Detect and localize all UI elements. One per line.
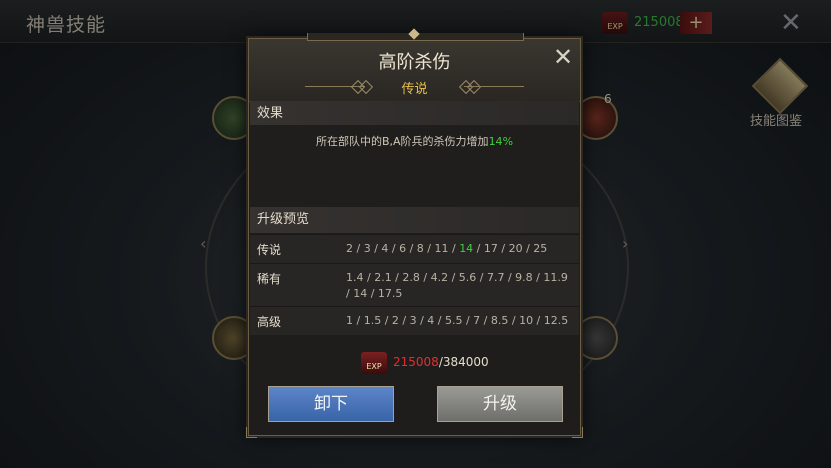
corner-ornament <box>246 427 257 438</box>
preview-row-values: 1.4 / 2.1 / 2.8 / 4.2 / 5.6 / 7.7 / 9.8 … <box>346 270 574 302</box>
corner-ornament <box>572 427 583 438</box>
values-before: 1.4 / 2.1 / 2.8 / 4.2 / 5.6 / 7.7 / 9.8 … <box>346 271 568 300</box>
effect-header: 效果 <box>250 101 579 127</box>
preview-row-values: 1 / 1.5 / 2 / 3 / 4 / 5.5 / 7 / 8.5 / 10… <box>346 313 574 329</box>
rarity-row: 传说 <box>249 78 580 97</box>
upgrade-button[interactable]: 升级 <box>437 386 563 422</box>
rarity-label: 传说 <box>401 82 428 97</box>
preview-row-label: 稀有 <box>257 272 282 286</box>
effect-description: 所在部队中的B,A阶兵的杀伤力增加14% <box>250 133 579 149</box>
dialog-header: 高阶杀伤 ✕ 传说 <box>249 33 580 102</box>
effect-text: 所在部队中的B,A阶兵的杀伤力增加 <box>315 135 489 148</box>
current-value: 14 <box>459 242 474 255</box>
dialog-title: 高阶杀伤 <box>378 52 451 73</box>
preview-row-rare: 稀有 1.4 / 2.1 / 2.8 / 4.2 / 5.6 / 7.7 / 9… <box>250 263 579 306</box>
skill-detail-dialog: 高阶杀伤 ✕ 传说 效果 所在部队中的B,A阶兵的杀伤力增加14% 升级预览 传… <box>246 33 583 438</box>
cost-text: 215008/384000 <box>393 355 489 369</box>
unequip-button[interactable]: 卸下 <box>268 386 394 422</box>
preview-row-values: 2 / 3 / 4 / 6 / 8 / 11 / 14 / 17 / 20 / … <box>346 241 574 257</box>
divider <box>464 86 524 87</box>
exp-required: 384000 <box>442 355 489 369</box>
upgrade-cost: EXP 215008/384000 <box>249 349 580 375</box>
values-before: 2 / 3 / 4 / 6 / 8 / 11 / <box>346 242 460 255</box>
exp-owned: 215008 <box>393 355 439 369</box>
effect-value: 14 <box>488 135 503 148</box>
values-before: 1 / 1.5 / 2 / 3 / 4 / 5.5 / 7 / 8.5 / 10… <box>346 314 569 327</box>
preview-row-label: 高级 <box>257 315 282 329</box>
preview-row-legendary: 传说 2 / 3 / 4 / 6 / 8 / 11 / 14 / 17 / 20… <box>250 234 579 263</box>
close-icon[interactable]: ✕ <box>551 45 575 69</box>
effect-unit: % <box>502 135 514 148</box>
effect-panel: 所在部队中的B,A阶兵的杀伤力增加14% <box>250 125 579 207</box>
preview-row-label: 传说 <box>257 243 282 257</box>
upgrade-preview-header: 升级预览 <box>250 207 579 233</box>
preview-row-advanced: 高级 1 / 1.5 / 2 / 3 / 4 / 5.5 / 7 / 8.5 /… <box>250 306 579 335</box>
values-after: / 17 / 20 / 25 <box>473 242 548 255</box>
header-ornament <box>307 33 524 41</box>
exp-icon: EXP <box>361 352 387 374</box>
